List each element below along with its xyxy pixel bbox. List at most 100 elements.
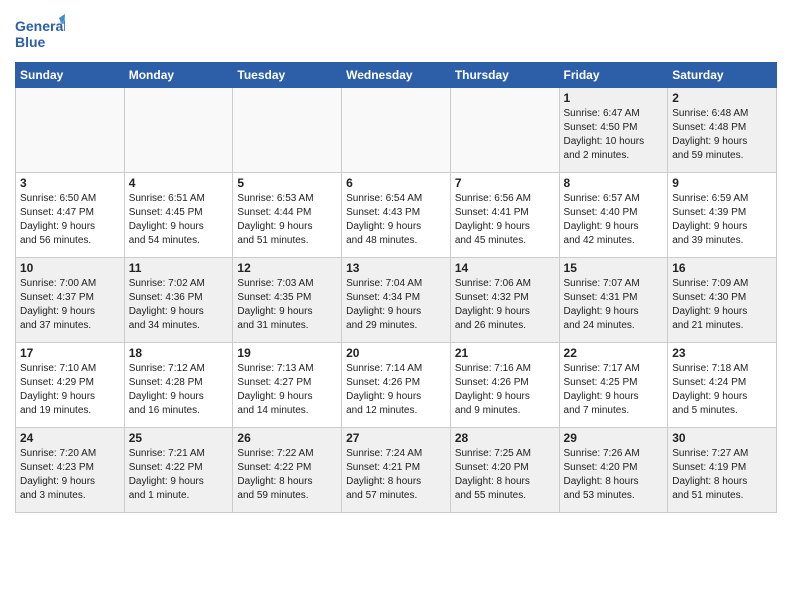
calendar-week-row: 17 Sunrise: 7:10 AMSunset: 4:29 PMDayligh… [16, 343, 777, 428]
day-info: Sunrise: 7:12 AMSunset: 4:28 PMDaylight:… [129, 362, 229, 418]
day-number: 22 [564, 346, 664, 360]
day-info: Sunrise: 6:56 AMSunset: 4:41 PMDaylight:… [455, 192, 555, 248]
day-number: 25 [129, 431, 229, 445]
day-info: Sunrise: 6:47 AMSunset: 4:50 PMDaylight:… [564, 107, 664, 163]
calendar-cell: 7 Sunrise: 6:56 AMSunset: 4:41 PMDaylight… [450, 173, 559, 258]
day-number: 6 [346, 176, 446, 190]
day-number: 18 [129, 346, 229, 360]
calendar-cell [124, 88, 233, 173]
day-info: Sunrise: 6:59 AMSunset: 4:39 PMDaylight:… [672, 192, 772, 248]
day-number: 3 [20, 176, 120, 190]
day-info: Sunrise: 7:17 AMSunset: 4:25 PMDaylight:… [564, 362, 664, 418]
day-info: Sunrise: 7:26 AMSunset: 4:20 PMDaylight:… [564, 447, 664, 503]
weekday-header: Wednesday [342, 63, 451, 88]
header-row: SundayMondayTuesdayWednesdayThursdayFrid… [16, 63, 777, 88]
day-info: Sunrise: 7:16 AMSunset: 4:26 PMDaylight:… [455, 362, 555, 418]
calendar-cell: 16 Sunrise: 7:09 AMSunset: 4:30 PMDayligh… [668, 258, 777, 343]
day-number: 30 [672, 431, 772, 445]
day-info: Sunrise: 6:57 AMSunset: 4:40 PMDaylight:… [564, 192, 664, 248]
day-info: Sunrise: 6:54 AMSunset: 4:43 PMDaylight:… [346, 192, 446, 248]
calendar-cell: 29 Sunrise: 7:26 AMSunset: 4:20 PMDayligh… [559, 428, 668, 513]
day-info: Sunrise: 7:22 AMSunset: 4:22 PMDaylight:… [237, 447, 337, 503]
calendar-week-row: 24Sunrise: 7:20 AMSunset: 4:23 PMDayligh… [16, 428, 777, 513]
weekday-header: Monday [124, 63, 233, 88]
weekday-header: Tuesday [233, 63, 342, 88]
day-number: 14 [455, 261, 555, 275]
weekday-header: Sunday [16, 63, 125, 88]
day-number: 9 [672, 176, 772, 190]
day-number: 10 [20, 261, 120, 275]
logo: General Blue [15, 14, 65, 54]
logo-svg: General Blue [15, 14, 65, 54]
calendar-cell: 12Sunrise: 7:03 AMSunset: 4:35 PMDayligh… [233, 258, 342, 343]
day-info: Sunrise: 6:50 AMSunset: 4:47 PMDaylight:… [20, 192, 120, 248]
day-number: 21 [455, 346, 555, 360]
calendar-cell [342, 88, 451, 173]
calendar-week-row: 1 Sunrise: 6:47 AMSunset: 4:50 PMDaylight… [16, 88, 777, 173]
day-number: 1 [564, 91, 664, 105]
day-number: 8 [564, 176, 664, 190]
calendar-cell: 26Sunrise: 7:22 AMSunset: 4:22 PMDayligh… [233, 428, 342, 513]
day-number: 24 [20, 431, 120, 445]
day-info: Sunrise: 7:00 AMSunset: 4:37 PMDaylight:… [20, 277, 120, 333]
calendar-table: SundayMondayTuesdayWednesdayThursdayFrid… [15, 62, 777, 513]
day-info: Sunrise: 6:53 AMSunset: 4:44 PMDaylight:… [237, 192, 337, 248]
calendar-cell: 2 Sunrise: 6:48 AMSunset: 4:48 PMDaylight… [668, 88, 777, 173]
calendar-cell: 5 Sunrise: 6:53 AMSunset: 4:44 PMDaylight… [233, 173, 342, 258]
day-number: 5 [237, 176, 337, 190]
day-number: 16 [672, 261, 772, 275]
day-number: 29 [564, 431, 664, 445]
weekday-header: Thursday [450, 63, 559, 88]
calendar-cell: 22 Sunrise: 7:17 AMSunset: 4:25 PMDayligh… [559, 343, 668, 428]
day-info: Sunrise: 7:24 AMSunset: 4:21 PMDaylight:… [346, 447, 446, 503]
calendar-week-row: 10 Sunrise: 7:00 AMSunset: 4:37 PMDayligh… [16, 258, 777, 343]
day-info: Sunrise: 7:14 AMSunset: 4:26 PMDaylight:… [346, 362, 446, 418]
calendar-cell: 4 Sunrise: 6:51 AMSunset: 4:45 PMDaylight… [124, 173, 233, 258]
calendar-cell [450, 88, 559, 173]
day-info: Sunrise: 6:51 AMSunset: 4:45 PMDaylight:… [129, 192, 229, 248]
calendar-cell: 15 Sunrise: 7:07 AMSunset: 4:31 PMDayligh… [559, 258, 668, 343]
calendar-cell: 14 Sunrise: 7:06 AMSunset: 4:32 PMDayligh… [450, 258, 559, 343]
day-info: Sunrise: 6:48 AMSunset: 4:48 PMDaylight:… [672, 107, 772, 163]
calendar-cell: 10 Sunrise: 7:00 AMSunset: 4:37 PMDayligh… [16, 258, 125, 343]
calendar-week-row: 3 Sunrise: 6:50 AMSunset: 4:47 PMDaylight… [16, 173, 777, 258]
calendar-cell: 24Sunrise: 7:20 AMSunset: 4:23 PMDayligh… [16, 428, 125, 513]
calendar-cell: 3 Sunrise: 6:50 AMSunset: 4:47 PMDaylight… [16, 173, 125, 258]
weekday-header: Friday [559, 63, 668, 88]
calendar-cell: 18 Sunrise: 7:12 AMSunset: 4:28 PMDayligh… [124, 343, 233, 428]
calendar-cell: 27Sunrise: 7:24 AMSunset: 4:21 PMDayligh… [342, 428, 451, 513]
day-info: Sunrise: 7:06 AMSunset: 4:32 PMDaylight:… [455, 277, 555, 333]
day-info: Sunrise: 7:13 AMSunset: 4:27 PMDaylight:… [237, 362, 337, 418]
calendar-cell: 1 Sunrise: 6:47 AMSunset: 4:50 PMDaylight… [559, 88, 668, 173]
day-number: 7 [455, 176, 555, 190]
calendar-cell: 25 Sunrise: 7:21 AMSunset: 4:22 PMDayligh… [124, 428, 233, 513]
day-number: 12 [237, 261, 337, 275]
day-info: Sunrise: 7:07 AMSunset: 4:31 PMDaylight:… [564, 277, 664, 333]
day-info: Sunrise: 7:09 AMSunset: 4:30 PMDaylight:… [672, 277, 772, 333]
calendar-cell: 8 Sunrise: 6:57 AMSunset: 4:40 PMDaylight… [559, 173, 668, 258]
weekday-header: Saturday [668, 63, 777, 88]
day-info: Sunrise: 7:21 AMSunset: 4:22 PMDaylight:… [129, 447, 229, 503]
calendar-cell: 23 Sunrise: 7:18 AMSunset: 4:24 PMDayligh… [668, 343, 777, 428]
day-number: 17 [20, 346, 120, 360]
day-number: 19 [237, 346, 337, 360]
svg-text:General: General [15, 18, 65, 34]
page-container: General Blue SundayMondayTuesdayWednesda… [0, 0, 792, 518]
day-info: Sunrise: 7:27 AMSunset: 4:19 PMDaylight:… [672, 447, 772, 503]
day-number: 23 [672, 346, 772, 360]
day-number: 15 [564, 261, 664, 275]
day-number: 4 [129, 176, 229, 190]
calendar-cell [233, 88, 342, 173]
calendar-cell: 9 Sunrise: 6:59 AMSunset: 4:39 PMDaylight… [668, 173, 777, 258]
day-info: Sunrise: 7:25 AMSunset: 4:20 PMDaylight:… [455, 447, 555, 503]
day-number: 13 [346, 261, 446, 275]
day-info: Sunrise: 7:10 AMSunset: 4:29 PMDaylight:… [20, 362, 120, 418]
calendar-cell: 19 Sunrise: 7:13 AMSunset: 4:27 PMDayligh… [233, 343, 342, 428]
calendar-cell: 30 Sunrise: 7:27 AMSunset: 4:19 PMDayligh… [668, 428, 777, 513]
calendar-cell: 20 Sunrise: 7:14 AMSunset: 4:26 PMDayligh… [342, 343, 451, 428]
calendar-cell: 11Sunrise: 7:02 AMSunset: 4:36 PMDayligh… [124, 258, 233, 343]
day-number: 28 [455, 431, 555, 445]
day-number: 2 [672, 91, 772, 105]
day-info: Sunrise: 7:18 AMSunset: 4:24 PMDaylight:… [672, 362, 772, 418]
day-number: 20 [346, 346, 446, 360]
